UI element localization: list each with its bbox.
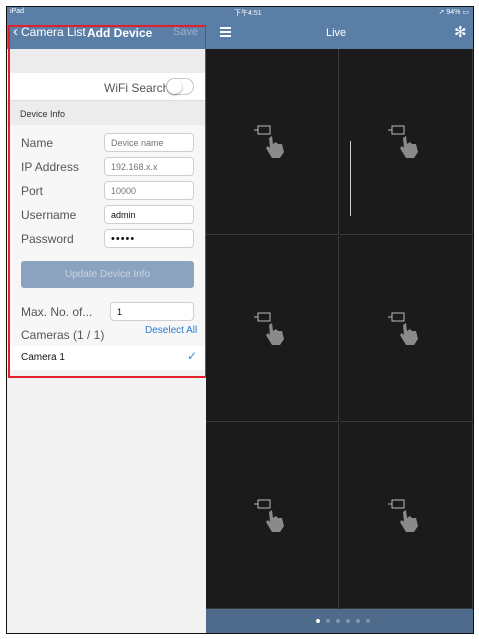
add-device-panel: ‹ Camera List Add Device Save WiFi Searc… [7, 17, 206, 633]
chevron-left-icon: ‹ [13, 23, 18, 40]
live-panel: Live ✻ [206, 17, 473, 633]
username-label: Username [21, 208, 77, 222]
add-camera-icon [254, 312, 284, 345]
toggle-knob [167, 79, 182, 94]
ip-input[interactable] [104, 157, 194, 176]
spacer-band [7, 49, 206, 73]
live-grid [206, 49, 473, 609]
username-row: Username [7, 203, 206, 227]
camera-list-item[interactable]: Camera 1 ✓ [7, 346, 206, 370]
add-camera-icon [388, 125, 418, 158]
update-device-info-button[interactable]: Update Device Info [21, 261, 194, 288]
password-label: Password [21, 232, 74, 246]
name-row: Name [7, 131, 206, 155]
ip-label: IP Address [21, 160, 79, 174]
name-input[interactable] [104, 133, 194, 152]
back-button[interactable]: ‹ Camera List [13, 23, 86, 40]
page-dot[interactable] [326, 619, 330, 623]
battery-level: 94% [446, 9, 461, 16]
live-cell[interactable] [340, 423, 473, 609]
add-camera-icon [254, 125, 284, 158]
cameras-count-label: Cameras (1 / 1) [21, 328, 105, 342]
port-row: Port [7, 179, 206, 203]
back-label: Camera List [21, 25, 86, 39]
live-title: Live [326, 27, 347, 39]
device-info-header: Device Info [7, 101, 206, 125]
wifi-search-toggle[interactable] [166, 78, 194, 95]
page-dot[interactable] [346, 619, 350, 623]
divider-line [350, 141, 351, 216]
live-cell[interactable] [206, 236, 339, 422]
right-nav-bar: Live ✻ [206, 17, 473, 49]
page-dot[interactable] [356, 619, 360, 623]
username-input[interactable] [104, 205, 194, 224]
left-nav-bar: ‹ Camera List Add Device Save [7, 17, 206, 49]
wifi-search-label: WiFi Search [104, 81, 170, 95]
checkmark-icon: ✓ [187, 349, 198, 363]
device-info-label: Device Info [20, 109, 66, 119]
live-cell[interactable] [206, 423, 339, 609]
camera-item-label: Camera 1 [21, 352, 65, 363]
save-button[interactable]: Save [173, 26, 198, 38]
ip-row: IP Address [7, 155, 206, 179]
max-no-input[interactable] [110, 302, 194, 321]
page-dot[interactable] [366, 619, 370, 623]
port-input[interactable] [104, 181, 194, 200]
add-camera-icon [388, 499, 418, 532]
page-dots[interactable] [316, 619, 370, 623]
wifi-search-row: WiFi Search [7, 73, 206, 101]
password-row: Password [7, 227, 206, 251]
device-label: iPad [10, 8, 25, 15]
battery-icon: ▭ [462, 9, 469, 16]
page-indicator-bar [206, 609, 473, 633]
max-no-label: Max. No. of... [21, 305, 93, 319]
max-no-row: Max. No. of... [7, 300, 206, 324]
deselect-all-button[interactable]: Deselect All [145, 325, 197, 336]
status-bar: iPad 下午4:51 ➚ 94% ▭ [7, 7, 473, 17]
port-label: Port [21, 184, 44, 198]
page-dot[interactable] [316, 619, 320, 623]
menu-icon[interactable] [220, 27, 231, 37]
page-dot[interactable] [336, 619, 340, 623]
live-cell[interactable] [340, 236, 473, 422]
add-camera-icon [388, 312, 418, 345]
live-cell[interactable] [340, 49, 473, 235]
device-info-form: Name IP Address Port Username Password U… [7, 125, 206, 370]
live-cell[interactable] [206, 49, 339, 235]
battery-indicator: ➚ 94% ▭ [438, 9, 469, 16]
page-title: Add Device [87, 26, 153, 40]
app-window: iPad 下午4:51 ➚ 94% ▭ ‹ Camera List Add De… [6, 6, 474, 634]
name-label: Name [21, 136, 54, 150]
gear-icon[interactable]: ✻ [454, 23, 467, 41]
password-input[interactable] [104, 229, 194, 248]
add-camera-icon [254, 499, 284, 532]
